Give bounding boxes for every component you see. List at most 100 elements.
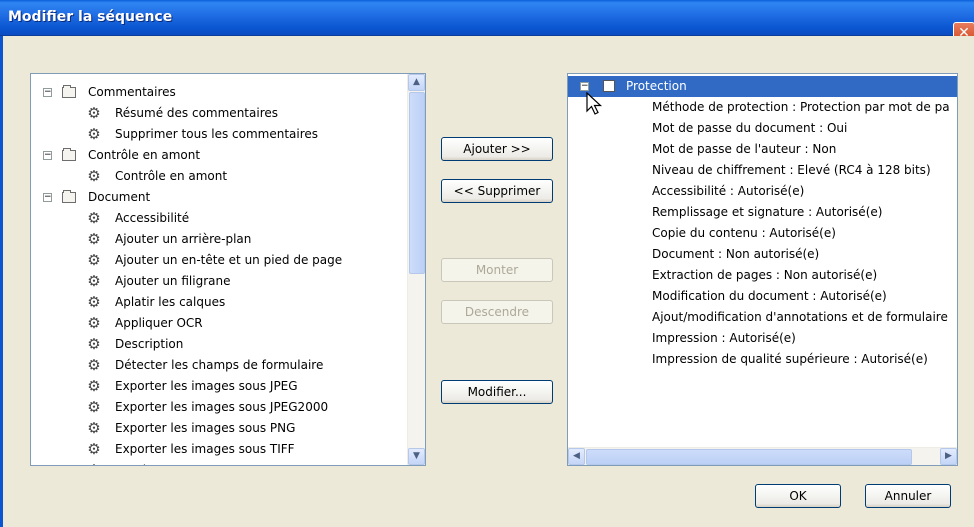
folder-icon [62, 148, 76, 161]
sequence-horizontal-scrollbar[interactable]: ◀ ▶ [568, 447, 957, 465]
chevron-up-icon: ▲ [413, 77, 420, 87]
gear-icon: ⚙ [87, 293, 101, 311]
gear-icon: ⚙ [87, 356, 101, 374]
tree-item[interactable]: ⚙ Exporter les images sous TIFF [31, 439, 407, 460]
tree-item[interactable]: ⚙ Exporter les images sous JPEG2000 [31, 397, 407, 418]
mouse-pointer-icon [586, 92, 603, 115]
detail-label: Niveau de chiffrement : Elevé (RC4 à 128… [652, 163, 931, 177]
modify-button[interactable]: Modifier... [441, 380, 553, 404]
tree-item-label: Exporter les images sous TIFF [115, 442, 295, 456]
chevron-left-icon: ◀ [573, 451, 580, 461]
tree-item[interactable]: ⚙ Aplatir les calques [31, 292, 407, 313]
collapse-icon[interactable]: − [43, 88, 52, 97]
tree-item-label: Exporter les images sous JPEG [115, 379, 298, 393]
commands-vertical-scrollbar[interactable]: ▲ ▼ [407, 74, 425, 465]
detail-label: Copie du contenu : Autorisé(e) [652, 226, 836, 240]
detail-label: Mot de passe de l'auteur : Non [652, 142, 837, 156]
tree-item-label: Imprimer [115, 460, 170, 465]
tree-item-label: Description [115, 337, 184, 351]
tree-item[interactable]: ⚙ Supprimer tous les commentaires [31, 124, 407, 145]
collapse-icon[interactable]: − [580, 82, 589, 91]
tree-group[interactable]: − Document [31, 187, 407, 208]
tree-item-label: Détecter les champs de formulaire [115, 358, 324, 372]
tree-item-label: Commentaires [88, 85, 176, 99]
tree-item-label: Supprimer tous les commentaires [115, 127, 319, 141]
tree-item[interactable]: ⚙ Contrôle en amont [31, 166, 407, 187]
tree-item-label: Contrôle en amont [115, 169, 228, 183]
gear-icon: ⚙ [87, 167, 101, 185]
folder-icon [62, 190, 76, 203]
gear-icon: ⚙ [87, 335, 101, 353]
tree-item[interactable]: ⚙ Exporter les images sous PNG [31, 418, 407, 439]
gear-icon: ⚙ [87, 419, 101, 437]
tree-item[interactable]: ⚙ Description [31, 334, 407, 355]
tree-item-label: Exporter les images sous JPEG2000 [115, 400, 329, 414]
tree-item[interactable]: ⚙ Ajouter un en-tête et un pied de page [31, 250, 407, 271]
window-title: Modifier la séquence [8, 9, 173, 25]
gear-icon: ⚙ [87, 209, 101, 227]
folder-icon [62, 85, 76, 98]
scroll-down-button[interactable]: ▼ [408, 448, 425, 465]
tree-item-label: Accessibilité [115, 211, 190, 225]
detail-label: Document : Non autorisé(e) [652, 247, 820, 261]
tree-item-label: Ajouter un filigrane [115, 274, 231, 288]
tree-item[interactable]: ⚙ Imprimer [31, 460, 407, 466]
chevron-down-icon: ▼ [413, 451, 420, 461]
tree-item[interactable]: ⚙ Ajouter un filigrane [31, 271, 407, 292]
gear-icon: ⚙ [87, 440, 101, 458]
scroll-thumb[interactable] [586, 449, 912, 465]
detail-label: Méthode de protection : Protection par m… [652, 100, 950, 114]
gear-icon: ⚙ [87, 463, 101, 466]
commands-tree[interactable]: − Commentaires ⚙ Résumé des commentaires ⚙ Su… [31, 74, 407, 465]
tree-item-label: Contrôle en amont [88, 148, 201, 162]
detail-label: Mot de passe du document : Oui [652, 121, 848, 135]
detail-label: Extraction de pages : Non autorisé(e) [652, 268, 878, 282]
tree-item[interactable]: ⚙ Accessibilité [31, 208, 407, 229]
scroll-right-button[interactable]: ▶ [940, 448, 957, 465]
tree-item-label: Ajouter un arrière-plan [115, 232, 252, 246]
sequence-tree[interactable]: − Protection Méthode de protection : Prote… [568, 74, 957, 447]
tree-group[interactable]: − Contrôle en amont [31, 145, 407, 166]
collapse-icon[interactable]: − [43, 151, 52, 160]
checkbox[interactable] [603, 80, 615, 92]
gear-icon: ⚙ [87, 251, 101, 269]
detail-label: Remplissage et signature : Autorisé(e) [652, 205, 883, 219]
detail-label: Ajout/modification d'annotations et de f… [652, 310, 948, 324]
move-up-button[interactable]: Monter [441, 258, 553, 282]
remove-button[interactable]: << Supprimer [441, 179, 553, 203]
tree-item-label: Aplatir les calques [115, 295, 226, 309]
tree-item[interactable]: ⚙ Ajouter un arrière-plan [31, 229, 407, 250]
sequence-tree-panel[interactable]: − Protection Méthode de protection : Prote… [567, 73, 958, 466]
tree-item-label: Résumé des commentaires [115, 106, 278, 120]
tree-item[interactable]: ⚙ Détecter les champs de formulaire [31, 355, 407, 376]
commands-tree-panel[interactable]: − Commentaires ⚙ Résumé des commentaires ⚙ Su… [30, 73, 426, 466]
gear-icon: ⚙ [87, 314, 101, 332]
cancel-button[interactable]: Annuler [865, 484, 951, 508]
tree-item-label: Protection [624, 76, 689, 97]
gear-icon: ⚙ [87, 104, 101, 122]
gear-icon: ⚙ [87, 125, 101, 143]
detail-label: Accessibilité : Autorisé(e) [652, 184, 805, 198]
scroll-up-button[interactable]: ▲ [408, 74, 425, 91]
tree-group-protection[interactable]: − Protection [568, 76, 957, 97]
tree-item[interactable]: ⚙ Exporter les images sous JPEG [31, 376, 407, 397]
detail-label: Impression de qualité supérieure : Autor… [652, 352, 928, 366]
gear-icon: ⚙ [87, 377, 101, 395]
add-button[interactable]: Ajouter >> [441, 137, 553, 161]
tree-item[interactable]: ⚙ Résumé des commentaires [31, 103, 407, 124]
tree-item-label: Ajouter un en-tête et un pied de page [115, 253, 343, 267]
title-bar[interactable]: Modifier la séquence [0, 0, 974, 36]
tree-item-label: Exporter les images sous PNG [115, 421, 296, 435]
collapse-icon[interactable]: − [43, 193, 52, 202]
ok-button[interactable]: OK [755, 484, 841, 508]
detail-label: Modification du document : Autorisé(e) [652, 289, 887, 303]
detail-label: Impression : Autorisé(e) [652, 331, 796, 345]
tree-item-label: Document [88, 190, 151, 204]
scroll-thumb[interactable] [409, 92, 425, 274]
move-down-button[interactable]: Descendre [441, 300, 553, 324]
tree-item[interactable]: ⚙ Appliquer OCR [31, 313, 407, 334]
scroll-left-button[interactable]: ◀ [568, 448, 585, 465]
tree-item-label: Appliquer OCR [115, 316, 203, 330]
tree-group[interactable]: − Commentaires [31, 82, 407, 103]
gear-icon: ⚙ [87, 272, 101, 290]
